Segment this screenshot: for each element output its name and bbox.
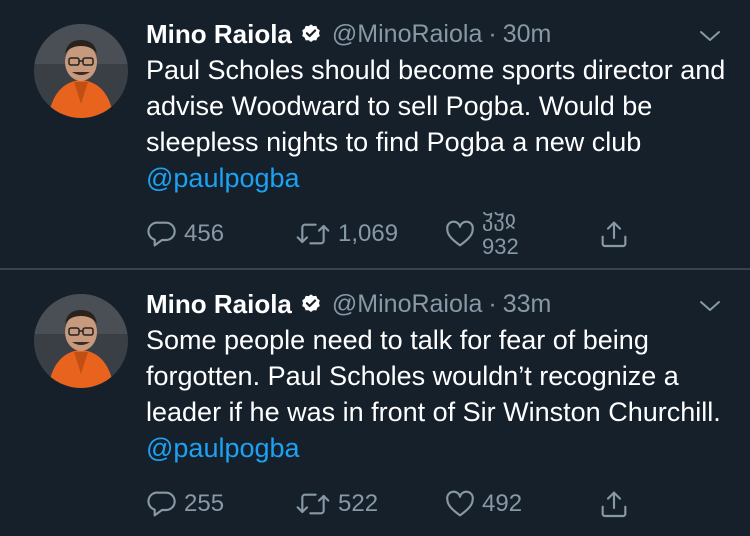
tweet-header: Mino Raiola @MinoRaiola · 30m (146, 16, 551, 52)
author-name[interactable]: Mino Raiola (146, 19, 292, 50)
heart-icon (446, 490, 474, 517)
reply-icon (147, 491, 176, 517)
reply-count: 255 (184, 490, 225, 517)
share-icon (601, 491, 627, 518)
like-button[interactable]: ჴჴჲ 932 (444, 212, 532, 256)
timestamp[interactable]: 33m (503, 290, 552, 319)
retweet-button[interactable]: 522 (294, 482, 378, 526)
mention-link[interactable]: @paulpogba (146, 163, 300, 193)
avatar[interactable] (34, 294, 128, 388)
tweet-header: Mino Raiola @MinoRaiola · 33m (146, 286, 551, 322)
retweet-icon (296, 223, 330, 245)
tweet-feed: Mino Raiola @MinoRaiola · 30m Paul Schol… (0, 0, 750, 536)
share-button[interactable] (598, 212, 630, 256)
author-name[interactable]: Mino Raiola (146, 289, 292, 320)
chevron-down-icon[interactable] (698, 24, 722, 48)
retweet-button[interactable]: 1,069 (294, 212, 398, 256)
verified-badge-icon (300, 293, 322, 315)
tweet-body: Some people need to talk for fear of bei… (146, 325, 721, 427)
tweet-text: Paul Scholes should become sports direct… (146, 52, 726, 196)
retweet-count: 1,069 (338, 220, 399, 247)
verified-badge-icon (300, 23, 322, 45)
like-count-rolling-current: 932 (482, 234, 519, 256)
reply-icon (147, 221, 176, 247)
reply-count: 456 (184, 220, 225, 247)
reply-button[interactable]: 456 (146, 212, 224, 256)
like-count: 492 (482, 490, 523, 517)
retweet-count: 522 (338, 490, 379, 517)
tweet-text: Some people need to talk for fear of bei… (146, 322, 726, 466)
mention-link[interactable]: @paulpogba (146, 433, 300, 463)
separator: · (488, 19, 497, 48)
like-count: ჴჴჲ 932 (482, 212, 532, 256)
tweet-body: Paul Scholes should become sports direct… (146, 55, 726, 157)
chevron-down-icon[interactable] (698, 294, 722, 318)
tweet-actions: 255 522 492 (146, 482, 666, 526)
tweet[interactable]: Mino Raiola @MinoRaiola · 33m Some peopl… (0, 270, 750, 536)
avatar-image (34, 24, 128, 118)
tweet[interactable]: Mino Raiola @MinoRaiola · 30m Paul Schol… (0, 0, 750, 268)
like-button[interactable]: 492 (444, 482, 522, 526)
heart-icon (446, 220, 474, 247)
author-handle[interactable]: @MinoRaiola (332, 290, 482, 319)
timestamp[interactable]: 30m (503, 20, 552, 49)
retweet-icon (296, 493, 330, 515)
share-button[interactable] (598, 482, 630, 526)
like-count-rolling-previous: ჴჴჲ (482, 212, 516, 231)
tweet-actions: 456 1,069 ჴჴჲ 932 (146, 212, 666, 256)
avatar-image (34, 294, 128, 388)
author-handle[interactable]: @MinoRaiola (332, 20, 482, 49)
separator: · (488, 289, 497, 318)
share-icon (601, 221, 627, 248)
reply-button[interactable]: 255 (146, 482, 224, 526)
avatar[interactable] (34, 24, 128, 118)
